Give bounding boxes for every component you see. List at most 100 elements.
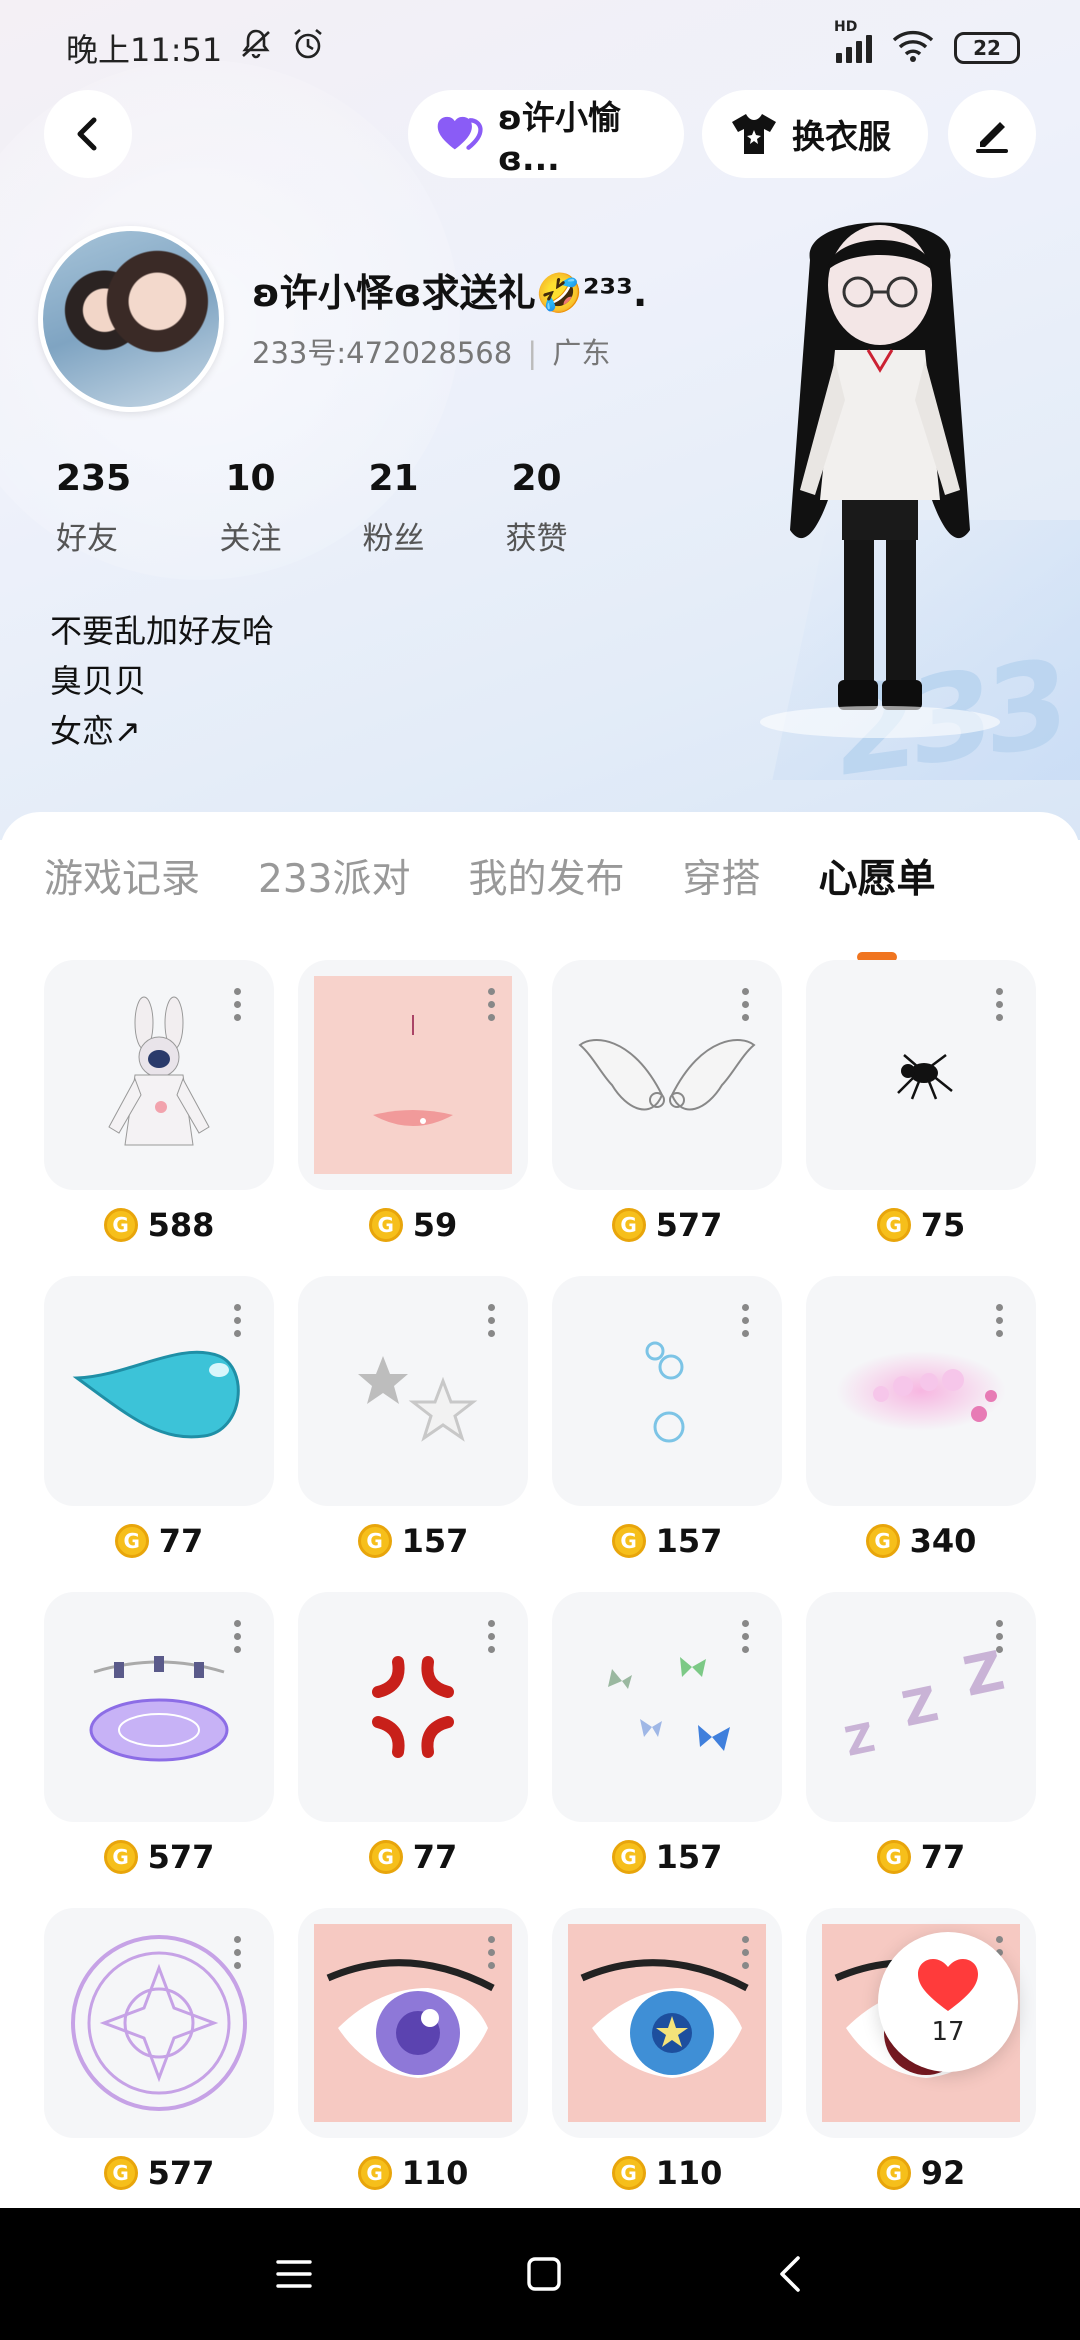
top-navigation: ʚ许小愉ɞ... 换衣服 <box>0 90 1080 182</box>
tab-wishlist[interactable]: 心愿单 <box>818 848 936 962</box>
stat-label: 关注 <box>219 521 282 557</box>
chevron-left-icon <box>77 117 97 151</box>
wishlist-item[interactable]: G 157 <box>552 1592 782 1884</box>
more-options-icon[interactable] <box>234 988 242 1021</box>
change-outfit-button[interactable]: 换衣服 <box>702 90 928 178</box>
item-price: G 77 <box>806 1838 1036 1876</box>
coin-icon: G <box>611 1524 646 1558</box>
item-price: G 77 <box>44 1522 274 1560</box>
price-value: 577 <box>147 2154 215 2192</box>
stat-value: 235 <box>56 458 132 499</box>
wishlist-item[interactable]: G 340 <box>806 1276 1036 1568</box>
price-value: 110 <box>655 2154 723 2192</box>
status-bar: 晚上11:51 HD 22 <box>0 0 1080 96</box>
more-options-icon[interactable] <box>742 1936 750 1969</box>
price-value: 157 <box>655 1522 723 1560</box>
item-price: G 110 <box>298 2154 528 2192</box>
stat-friends[interactable]: 235 好友 <box>36 458 179 558</box>
wishlist-item[interactable]: G 588 <box>44 960 274 1252</box>
more-options-icon[interactable] <box>234 1936 242 1969</box>
more-options-icon[interactable] <box>742 1304 750 1337</box>
wishlist-item[interactable]: G 110 <box>298 1908 528 2200</box>
avatar[interactable] <box>38 226 224 412</box>
item-thumbnail <box>552 1592 782 1822</box>
price-value: 157 <box>655 1838 723 1876</box>
tab-wishlist-label: 心愿单 <box>818 857 936 902</box>
svg-text:Z: Z <box>897 1676 943 1738</box>
anger-mark-icon <box>372 1656 454 1758</box>
coin-icon: G <box>103 2156 138 2190</box>
item-thumbnail <box>44 1276 274 1506</box>
stat-followers[interactable]: 21 粉丝 <box>322 458 465 558</box>
magic-platform-icon <box>89 1656 229 1762</box>
item-price: G 588 <box>44 1206 274 1244</box>
avatar-character-figure[interactable] <box>740 200 1020 760</box>
more-options-icon[interactable] <box>996 1620 1004 1653</box>
tab-outfits[interactable]: 穿搭 <box>682 848 760 904</box>
coin-icon: G <box>876 1208 911 1242</box>
item-thumbnail <box>44 1908 274 2138</box>
friend-name: ʚ许小愉ɞ... <box>497 97 622 178</box>
wishlist-item[interactable]: Z Z Z G 77 <box>806 1592 1036 1884</box>
coin-icon: G <box>876 2156 911 2190</box>
tab-game-records[interactable]: 游戏记录 <box>44 848 200 904</box>
user-id: 233号:472028568 <box>252 336 513 370</box>
wishlist-item[interactable]: G 77 <box>44 1276 274 1568</box>
item-price: G 577 <box>44 1838 274 1876</box>
stars-icon <box>358 1356 478 1442</box>
more-options-icon[interactable] <box>234 1304 242 1337</box>
wishlist-item[interactable]: G 577 <box>44 1592 274 1884</box>
item-price: G 77 <box>298 1838 528 1876</box>
more-options-icon[interactable] <box>996 1304 1004 1337</box>
wishlist-item[interactable]: G 577 <box>44 1908 274 2200</box>
item-thumbnail <box>552 1276 782 1506</box>
profile-tabs: 游戏记录 233派对 我的发布 穿搭 心愿单 <box>44 848 994 962</box>
more-options-icon[interactable] <box>488 1304 496 1337</box>
price-value: 110 <box>401 2154 469 2192</box>
edit-profile-button[interactable] <box>948 90 1036 178</box>
wishlist-item[interactable]: G 157 <box>298 1276 528 1568</box>
tab-233-party[interactable]: 233派对 <box>258 848 410 904</box>
bunny-hoodie-icon <box>108 996 210 1146</box>
item-thumbnail <box>44 960 274 1190</box>
price-value: 588 <box>147 1206 215 1244</box>
wishlist-item[interactable]: G 110 <box>552 1908 782 2200</box>
change-outfit-label: 换衣服 <box>792 117 891 156</box>
coin-icon: G <box>876 1840 911 1874</box>
more-options-icon[interactable] <box>488 988 496 1021</box>
home-icon[interactable] <box>524 2254 564 2294</box>
heart-icon <box>918 1959 978 2011</box>
blue-eye-icon <box>580 1959 749 2078</box>
more-options-icon[interactable] <box>488 1620 496 1653</box>
more-options-icon[interactable] <box>996 988 1004 1021</box>
more-options-icon[interactable] <box>234 1620 242 1653</box>
stat-likes[interactable]: 20 获赞 <box>465 458 608 558</box>
wishlist-item[interactable]: G 577 <box>552 960 782 1252</box>
stat-following[interactable]: 10 关注 <box>179 458 322 558</box>
tab-my-posts[interactable]: 我的发布 <box>468 848 624 904</box>
like-button[interactable]: 17 <box>878 1932 1018 2072</box>
back-nav-icon[interactable] <box>774 2254 806 2294</box>
angel-wings-icon <box>578 1039 756 1111</box>
wishlist-item[interactable]: G 75 <box>806 960 1036 1252</box>
purple-heart-icon <box>437 116 483 150</box>
username: ʚ许小怿ɞ求送礼🤣²³³. <box>252 271 648 315</box>
friend-pill-button[interactable]: ʚ许小愉ɞ... <box>408 90 684 178</box>
tshirt-icon <box>732 114 776 154</box>
wishlist-item[interactable]: G 59 <box>298 960 528 1252</box>
bio-line: 臭贝贝 <box>50 662 147 700</box>
bubbles-icon <box>645 1341 685 1443</box>
price-value: 577 <box>655 1206 723 1244</box>
wishlist-item[interactable]: G 157 <box>552 1276 782 1568</box>
bio-line: 不要乱加好友哈 <box>50 612 275 650</box>
wishlist-item[interactable]: G 77 <box>298 1592 528 1884</box>
back-button[interactable] <box>44 90 132 178</box>
menu-icon[interactable] <box>274 2256 314 2292</box>
item-price: G 92 <box>806 2154 1036 2192</box>
item-price: G 577 <box>552 1206 782 1244</box>
more-options-icon[interactable] <box>742 1620 750 1653</box>
more-options-icon[interactable] <box>742 988 750 1021</box>
item-price: G 110 <box>552 2154 782 2192</box>
price-value: 77 <box>920 1838 966 1876</box>
more-options-icon[interactable] <box>488 1936 496 1969</box>
